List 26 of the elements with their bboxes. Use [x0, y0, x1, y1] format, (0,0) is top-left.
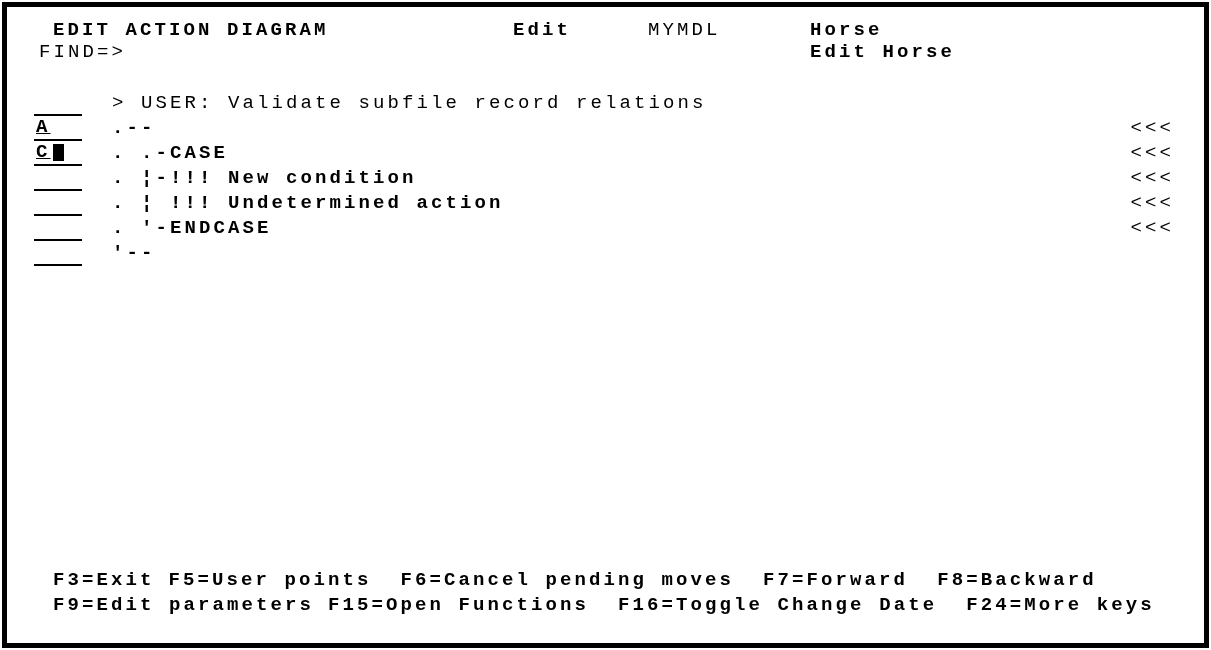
function-key-label: F7=Forward — [763, 568, 909, 594]
line-marker: <<< — [1130, 216, 1174, 242]
line-marker: <<< — [1130, 141, 1174, 167]
line-marker: <<< — [1130, 116, 1174, 142]
diagram-line: . '-ENDCASE — [112, 216, 272, 242]
text-cursor-icon — [52, 144, 64, 161]
function-key-label: F6=Cancel pending moves — [400, 568, 735, 594]
model-name: MYMDL — [648, 17, 721, 43]
function-key-label: F5=User points — [168, 568, 372, 594]
function-key-label: F8=Backward — [937, 568, 1097, 594]
function-key-label: F9=Edit parameters — [53, 593, 315, 619]
mode-label: Edit — [513, 17, 571, 43]
line-marker: <<< — [1130, 166, 1174, 192]
diagram-line: . ¦ !!! Undetermined action — [112, 191, 504, 217]
line-marker: <<< — [1130, 191, 1174, 217]
diagram-line: .-- — [112, 116, 156, 142]
function-key-label: F16=Toggle Change Date — [618, 593, 938, 619]
command-field[interactable]: C — [34, 141, 82, 166]
function-key-label: F15=Open Functions — [328, 593, 590, 619]
diagram-line: '-- — [112, 241, 156, 267]
diagram-line: > USER: Validate subfile record relations — [112, 91, 707, 117]
function-key-label: F3=Exit — [53, 568, 155, 594]
diagram-line: . ¦-!!! New condition — [112, 166, 417, 192]
function-key-label: F24=More keys — [966, 593, 1155, 619]
command-field[interactable]: A — [34, 116, 82, 141]
diagram-line: . .-CASE — [112, 141, 228, 167]
